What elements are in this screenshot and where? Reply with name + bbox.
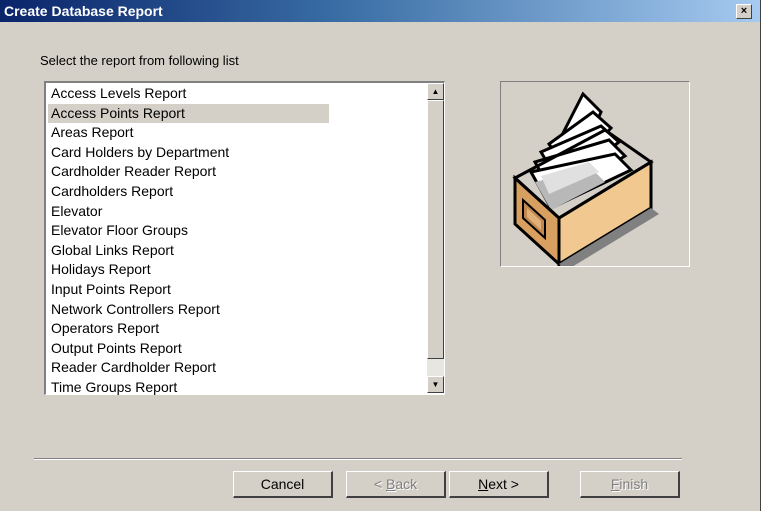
report-list-item[interactable]: Access Points Report: [48, 103, 329, 124]
report-list-item[interactable]: Network Controllers Report: [48, 300, 329, 320]
arrow-up-icon: ▲: [431, 87, 440, 96]
report-list[interactable]: Access Levels Report Access Points Report…: [48, 84, 428, 398]
back-label: ack: [395, 476, 418, 492]
card-file-box-icon: [512, 91, 659, 270]
report-list-item[interactable]: Cardholder Reader Report: [48, 162, 329, 182]
report-list-item[interactable]: Areas Report: [48, 123, 329, 143]
next-label: ext >: [488, 476, 519, 492]
finish-button[interactable]: Finish: [580, 471, 680, 498]
title-bar[interactable]: Create Database Report ×: [0, 0, 760, 22]
scroll-thumb[interactable]: [427, 100, 444, 359]
next-button[interactable]: Next >: [449, 471, 549, 498]
back-mnemonic: B: [385, 476, 396, 492]
report-picture: [500, 81, 690, 270]
report-list-item[interactable]: Global Links Report: [48, 241, 329, 261]
scroll-up-button[interactable]: ▲: [427, 83, 444, 100]
report-list-item[interactable]: Reader Cardholder Report: [48, 358, 329, 378]
report-list-item[interactable]: Card Holders by Department: [48, 143, 329, 163]
create-database-report-dialog: Create Database Report × Select the repo…: [0, 0, 761, 511]
report-list-item[interactable]: Operators Report: [48, 319, 329, 339]
cancel-button[interactable]: Cancel: [233, 471, 333, 498]
report-list-item[interactable]: Time Groups Report: [48, 378, 329, 398]
back-button[interactable]: < Back: [346, 471, 446, 498]
scroll-down-button[interactable]: ▼: [427, 376, 444, 393]
report-listbox[interactable]: Access Levels Report Access Points Report…: [44, 81, 445, 395]
arrow-down-icon: ▼: [431, 380, 440, 389]
list-scrollbar[interactable]: ▲ ▼: [427, 83, 444, 393]
report-list-item[interactable]: Elevator: [48, 202, 329, 222]
report-list-item[interactable]: Holidays Report: [48, 260, 329, 280]
report-list-item[interactable]: Cardholders Report: [48, 182, 329, 202]
finish-label: inish: [619, 476, 649, 492]
back-prefix: <: [373, 476, 386, 492]
next-mnemonic: N: [478, 476, 489, 492]
cancel-button-label: Cancel: [260, 476, 305, 492]
window-title: Create Database Report: [4, 3, 163, 19]
report-list-item[interactable]: Access Levels Report: [48, 84, 329, 104]
report-list-item[interactable]: Elevator Floor Groups: [48, 221, 329, 241]
report-list-item[interactable]: Output Points Report: [48, 339, 329, 359]
close-icon: ×: [740, 5, 748, 17]
report-list-item[interactable]: Input Points Report: [48, 280, 329, 300]
instruction-label: Select the report from following list: [40, 53, 239, 68]
close-button[interactable]: ×: [736, 4, 752, 19]
separator-line: [34, 458, 682, 460]
